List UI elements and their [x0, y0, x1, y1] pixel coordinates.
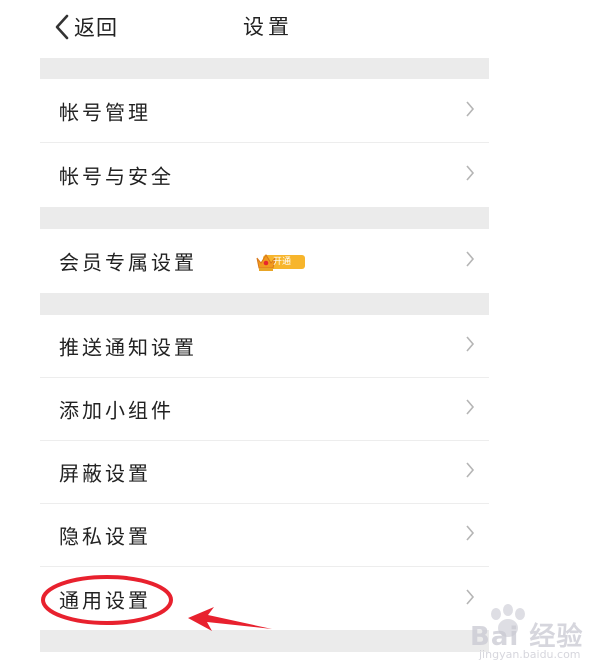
chevron-right-icon: [465, 335, 475, 357]
chevron-right-icon: [465, 524, 475, 546]
back-label: 返回: [74, 16, 118, 40]
item-label: 推送通知设置: [59, 335, 197, 360]
settings-item-general[interactable]: 通用设置: [40, 567, 489, 630]
section-divider: [40, 58, 489, 79]
page-title: 设置: [243, 15, 293, 39]
settings-item-block[interactable]: 屏蔽设置: [40, 441, 489, 504]
settings-item-account-management[interactable]: 帐号管理: [40, 79, 489, 143]
chevron-right-icon: [465, 588, 475, 610]
chevron-right-icon: [465, 398, 475, 420]
settings-item-privacy[interactable]: 隐私设置: [40, 504, 489, 567]
item-label: 帐号与安全: [59, 164, 174, 189]
chevron-right-icon: [465, 461, 475, 483]
settings-item-vip-settings[interactable]: 会员专属设置 开通: [40, 229, 489, 293]
section-divider: [40, 207, 489, 229]
nav-header: 返回 设置: [0, 0, 604, 58]
settings-item-add-widget[interactable]: 添加小组件: [40, 378, 489, 441]
item-label: 通用设置: [59, 588, 151, 612]
settings-item-account-security[interactable]: 帐号与安全: [40, 143, 489, 207]
item-label: 屏蔽设置: [59, 461, 151, 486]
item-label: 添加小组件: [59, 398, 174, 423]
back-button[interactable]: 返回: [54, 12, 118, 42]
item-label: 帐号管理: [59, 100, 151, 124]
item-label: 隐私设置: [59, 524, 151, 549]
section-divider: [40, 630, 489, 652]
item-label: 会员专属设置: [59, 250, 197, 275]
watermark-subtext: jingyan.baidu.com: [479, 648, 581, 661]
settings-item-push-notifications[interactable]: 推送通知设置: [40, 315, 489, 378]
chevron-right-icon: [465, 250, 475, 272]
chevron-left-icon: [54, 14, 70, 40]
vip-open-badge[interactable]: 开通: [255, 251, 305, 271]
chevron-right-icon: [465, 164, 475, 186]
chevron-right-icon: [465, 100, 475, 122]
badge-label: 开通: [273, 257, 292, 267]
section-divider: [40, 293, 489, 315]
